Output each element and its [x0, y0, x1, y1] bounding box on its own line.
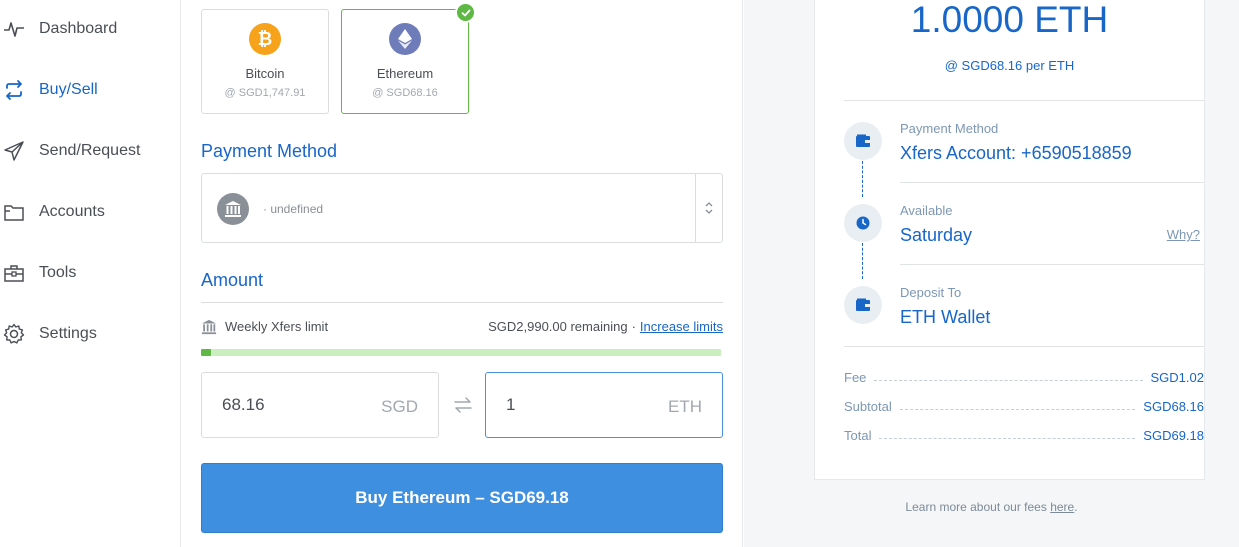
subtotal-value: SGD68.16 [1143, 398, 1204, 414]
step-connector [862, 243, 863, 279]
gear-icon [3, 323, 25, 345]
coin-name: Bitcoin [245, 66, 285, 81]
sidebar-item-label: Accounts [39, 203, 105, 220]
fee-label: Fee [844, 369, 867, 385]
coin-card-bitcoin[interactable]: ₿ Bitcoin @ SGD1,747.91 [201, 9, 329, 114]
checkmark-icon [455, 2, 476, 23]
step-label: Payment Method [900, 121, 999, 136]
coin-price: @ SGD68.16 [372, 87, 438, 99]
bank-icon [201, 319, 217, 338]
crypto-amount-input[interactable] [506, 395, 646, 415]
weekly-limit-row: Weekly Xfers limit SGD2,990.00 remaining… [201, 317, 723, 337]
bitcoin-icon: ₿ [249, 23, 281, 55]
wallet-icon [844, 122, 882, 160]
step-value: Xfers Account: +6590518859 [900, 143, 1132, 163]
sidebar-item-send-request[interactable]: Send/Request [0, 131, 180, 171]
sidebar-item-tools[interactable]: Tools [0, 253, 180, 293]
coin-name: Ethereum [376, 66, 434, 81]
sidebar-item-buy-sell[interactable]: Buy/Sell [0, 70, 180, 110]
payment-method-value: · undefined [263, 202, 324, 216]
amount-title: Amount [201, 270, 264, 290]
divider [900, 182, 1204, 183]
exchange-icon [3, 79, 25, 101]
fiat-amount-box: SGD [201, 372, 439, 438]
step-connector [862, 161, 863, 197]
ethereum-icon [389, 23, 421, 55]
learn-more-fees: Learn more about our fees here. [905, 500, 1078, 514]
divider [900, 264, 1204, 265]
order-summary-panel: 1.0000 ETH @ SGD68.16 per ETH Payment Me… [744, 0, 1239, 547]
divider [844, 346, 1204, 347]
clock-icon [844, 204, 882, 242]
limit-progress-fill [201, 349, 212, 356]
sidebar: Dashboard Buy/Sell Send/Request Accounts… [0, 0, 181, 547]
send-icon [3, 140, 25, 162]
fee-value: SGD1.02 [1150, 369, 1204, 385]
chevron-updown-icon [695, 174, 722, 242]
payment-method-select[interactable]: · undefined [201, 173, 723, 243]
summary-amount: 1.0000 ETH [910, 0, 1109, 40]
coin-price: @ SGD1,747.91 [224, 87, 306, 99]
divider [201, 302, 723, 303]
total-label: Total [844, 427, 872, 443]
step-value: ETH Wallet [900, 307, 991, 327]
sidebar-item-label: Settings [39, 325, 97, 342]
buy-button[interactable]: Buy Ethereum – SGD69.18 [201, 463, 723, 533]
weekly-limit-label: Weekly Xfers limit [225, 319, 329, 334]
fiat-amount-input[interactable] [222, 395, 362, 415]
subtotal-label: Subtotal [844, 398, 892, 414]
sidebar-item-accounts[interactable]: Accounts [0, 192, 180, 232]
swap-icon[interactable] [451, 393, 475, 417]
subtotal-row: Subtotal SGD68.16 [844, 397, 1204, 415]
crypto-currency-label: ETH [668, 397, 702, 416]
coin-card-ethereum[interactable]: Ethereum @ SGD68.16 [341, 2, 476, 114]
wallet-icon [844, 286, 882, 324]
bank-icon [217, 193, 249, 225]
total-value: SGD69.18 [1143, 427, 1204, 443]
increase-limits-link[interactable]: Increase limits [640, 319, 723, 334]
step-label: Available [900, 203, 953, 218]
sidebar-item-label: Tools [39, 264, 77, 281]
separator: · [631, 319, 636, 334]
why-link[interactable]: Why? [1167, 227, 1200, 242]
sidebar-item-label: Send/Request [39, 142, 141, 159]
limit-progress-bar [201, 349, 721, 356]
toolbox-icon [3, 262, 25, 284]
order-summary-card: 1.0000 ETH @ SGD68.16 per ETH Payment Me… [814, 0, 1205, 480]
step-label: Deposit To [900, 285, 962, 300]
fiat-currency-label: SGD [381, 397, 418, 416]
sidebar-item-settings[interactable]: Settings [0, 314, 180, 354]
folder-icon [3, 201, 25, 223]
sidebar-item-label: Buy/Sell [39, 81, 98, 98]
limit-remaining: SGD2,990.00 remaining [488, 319, 628, 334]
buy-sell-panel: ₿ Bitcoin @ SGD1,747.91 Ethereum @ SGD68… [182, 0, 743, 547]
fees-here-link[interactable]: here [1050, 500, 1074, 514]
payment-method-title: Payment Method [201, 141, 338, 161]
crypto-amount-box: ETH [485, 372, 723, 438]
sidebar-item-dashboard[interactable]: Dashboard [0, 9, 180, 49]
sidebar-item-label: Dashboard [39, 20, 118, 37]
step-value: Saturday [900, 225, 973, 245]
activity-icon [3, 18, 25, 40]
total-row: Total SGD69.18 [844, 426, 1204, 444]
summary-rate: @ SGD68.16 per ETH [944, 58, 1075, 73]
divider [844, 100, 1204, 101]
fee-row: Fee SGD1.02 [844, 368, 1204, 386]
